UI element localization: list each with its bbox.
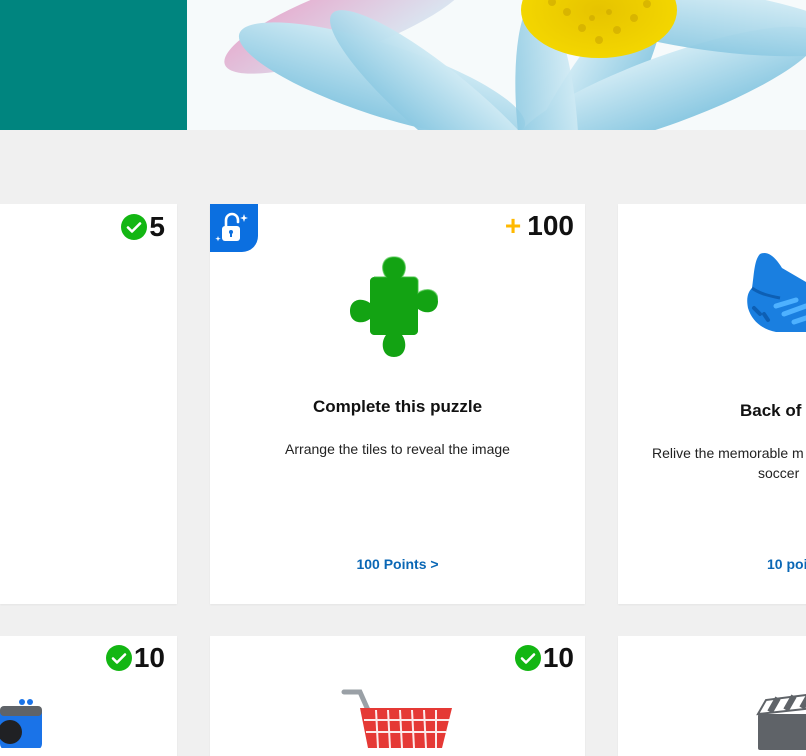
points-link[interactable]: 10 poi: [767, 556, 806, 572]
points-badge: + 100: [505, 212, 574, 240]
clapperboard-icon: [756, 694, 806, 750]
unlock-icon: [215, 212, 248, 242]
card-title: Back of: [740, 401, 802, 420]
checkmark-icon: [105, 645, 132, 671]
points-value: 5: [149, 211, 165, 242]
soccer-cleat-icon: [747, 253, 806, 332]
movie-card[interactable]: [618, 636, 806, 756]
card-description: Arrange the tiles to reveal the image: [285, 441, 510, 457]
completed-points-badge: 10: [105, 642, 165, 673]
completed-points-badge: 5: [121, 213, 165, 241]
points-value: 10: [542, 642, 574, 673]
points-link[interactable]: 100 Points >: [210, 556, 585, 572]
unlock-badge: [210, 204, 258, 252]
puzzle-card[interactable]: + 100 Complete this puzzle Arrange the t…: [210, 204, 585, 604]
completed-points-badge: 10: [514, 642, 574, 673]
points-value: 100: [527, 210, 574, 241]
daisy-flower-image: [224, 0, 806, 130]
card-description-line1: Relive the memorable m: [652, 445, 804, 461]
shopping-card[interactable]: 10: [210, 636, 585, 756]
soccer-card[interactable]: Back of Relive the memorable m soccer 10…: [618, 204, 806, 604]
card-description-line2: soccer: [758, 465, 800, 481]
plus-sign: +: [504, 210, 522, 241]
camera-icon: [0, 699, 42, 748]
checkmark-icon: [121, 214, 148, 240]
puzzle-piece-icon: [350, 256, 438, 357]
points-value: 10: [133, 642, 165, 673]
checkmark-icon: [514, 645, 541, 671]
hero-flower-image: [187, 0, 806, 130]
activity-card-bottom-left[interactable]: 10: [0, 636, 177, 756]
hero-teal-panel: [0, 0, 187, 130]
card-title: Complete this puzzle: [312, 397, 483, 416]
activity-card-left[interactable]: 5: [0, 204, 177, 604]
